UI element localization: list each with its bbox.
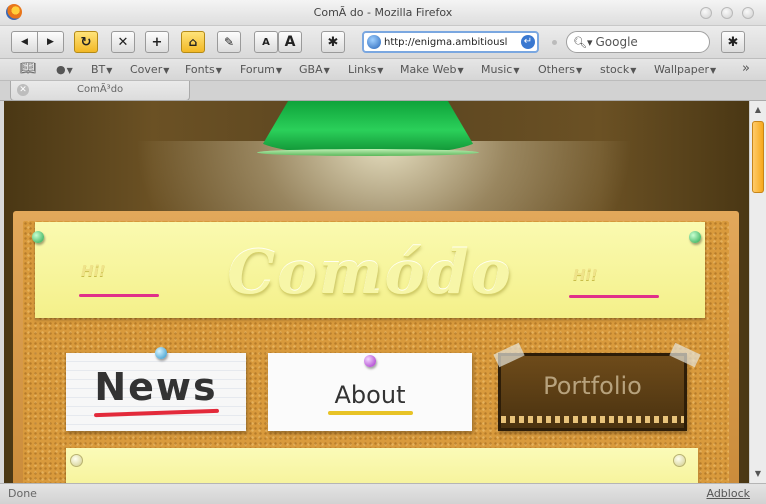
blue-pushpin-icon bbox=[155, 347, 167, 359]
scroll-up-icon[interactable]: ▲ bbox=[750, 103, 766, 117]
home-icon: ⌂ bbox=[188, 35, 198, 49]
film-strip-decoration bbox=[501, 416, 684, 423]
page-viewport: Hi! Comódo Hi! News About Portfolio bbox=[4, 101, 749, 483]
search-engine-icon[interactable]: 🔍︎▾ bbox=[573, 36, 593, 49]
bookmark-folder[interactable]: Others▼ bbox=[538, 63, 582, 76]
forward-button[interactable]: ▶ bbox=[37, 31, 64, 53]
bookmarks-overflow-button[interactable]: » bbox=[742, 61, 750, 76]
spider-icon: ✱ bbox=[327, 34, 339, 50]
bookmark-folder[interactable]: Make Web▼ bbox=[400, 63, 464, 76]
tab-active[interactable]: ✕ ComÃ³do bbox=[10, 81, 190, 101]
reload-button[interactable]: ↻ bbox=[74, 31, 98, 53]
home-button[interactable]: ⌂ bbox=[181, 31, 205, 53]
vertical-scrollbar[interactable]: ▲ ▼ bbox=[749, 101, 766, 483]
hi-right-text: Hi! bbox=[573, 266, 598, 284]
toolbar-separator bbox=[552, 40, 557, 45]
go-icon[interactable]: ↵ bbox=[521, 35, 535, 49]
scroll-down-icon[interactable]: ▼ bbox=[750, 467, 766, 481]
url-bar[interactable]: http://enigma.ambitiousl ↵ bbox=[362, 31, 539, 53]
font-smaller-button[interactable]: A bbox=[254, 31, 278, 53]
bookmark-folder[interactable]: Forum▼ bbox=[240, 63, 282, 76]
search-input[interactable]: Google bbox=[596, 35, 638, 49]
font-larger-button[interactable]: A bbox=[278, 31, 302, 53]
status-text: Done bbox=[8, 487, 37, 500]
minimize-button[interactable] bbox=[700, 7, 712, 19]
bookmark-folder[interactable]: Cover▼ bbox=[130, 63, 169, 76]
window-title: ComÃ do - Mozilla Firefox bbox=[313, 6, 453, 19]
adblock-button[interactable]: Adblock bbox=[706, 487, 750, 500]
scrollbar-thumb[interactable] bbox=[752, 121, 764, 193]
status-bar: Done Adblock bbox=[0, 483, 766, 504]
plus-icon: + bbox=[151, 34, 163, 50]
close-window-button[interactable] bbox=[742, 7, 754, 19]
site-identity-icon[interactable] bbox=[367, 35, 381, 49]
back-button[interactable]: ◀ bbox=[11, 31, 38, 53]
bookmark-folder[interactable]: BT▼ bbox=[91, 63, 112, 76]
new-tab-button[interactable]: + bbox=[145, 31, 169, 53]
hi-right-underline bbox=[569, 295, 659, 298]
close-tab-icon[interactable]: ✕ bbox=[17, 84, 29, 96]
bookmarks-book-icon[interactable]: 📖︎ bbox=[20, 61, 37, 76]
forward-arrow-icon: ▶ bbox=[47, 37, 54, 47]
about-label: About bbox=[334, 381, 406, 409]
thumbtack-icon bbox=[70, 454, 83, 467]
back-arrow-icon: ◀ bbox=[21, 37, 28, 47]
search-bar[interactable]: 🔍︎▾ Google bbox=[566, 31, 710, 53]
spider-icon: ✱ bbox=[727, 34, 739, 50]
stop-button[interactable]: ✕ bbox=[111, 31, 135, 53]
bookmark-folder[interactable]: Wallpaper▼ bbox=[654, 63, 716, 76]
bookmark-folder[interactable]: Fonts▼ bbox=[185, 63, 222, 76]
edit-button[interactable]: ✎ bbox=[217, 31, 241, 53]
reload-icon: ↻ bbox=[80, 34, 92, 50]
bookmark-folder[interactable]: GBA▼ bbox=[299, 63, 330, 76]
firebug-button[interactable]: ✱ bbox=[721, 31, 745, 53]
bookmark-folder[interactable]: stock▼ bbox=[600, 63, 636, 76]
purple-pushpin-icon bbox=[364, 355, 376, 367]
bookmarks-toolbar: 📖︎ ●▼ BT▼ Cover▼ Fonts▼ Forum▼ GBA▼ Link… bbox=[0, 59, 766, 81]
navigation-toolbar: ◀ ▶ ↻ ✕ + ⌂ ✎ A A ✱ http://enigma.ambiti… bbox=[0, 26, 766, 59]
green-lamp-shade bbox=[257, 101, 479, 154]
bookmark-folder[interactable]: Music▼ bbox=[481, 63, 519, 76]
news-label: News bbox=[94, 365, 218, 409]
title-bar: ComÃ do - Mozilla Firefox bbox=[0, 0, 766, 26]
site-banner[interactable]: Hi! Comódo Hi! bbox=[32, 222, 705, 318]
stop-icon: ✕ bbox=[117, 34, 129, 50]
tab-label: ComÃ³do bbox=[77, 84, 124, 95]
thumbtack-icon bbox=[673, 454, 686, 467]
bookmark-folder[interactable]: Links▼ bbox=[348, 63, 383, 76]
news-nav-card[interactable]: News bbox=[66, 347, 246, 431]
portfolio-nav-card[interactable]: Portfolio bbox=[493, 342, 701, 431]
content-note bbox=[66, 448, 698, 483]
pencil-icon: ✎ bbox=[223, 35, 235, 49]
about-underline bbox=[328, 411, 413, 415]
debug-button[interactable]: ✱ bbox=[321, 31, 345, 53]
maximize-button[interactable] bbox=[721, 7, 733, 19]
news-underline bbox=[93, 408, 220, 418]
apple-menu-icon[interactable]: ●▼ bbox=[56, 63, 73, 76]
url-input[interactable]: http://enigma.ambitiousl bbox=[384, 37, 521, 48]
lamp-rim bbox=[257, 149, 479, 156]
about-nav-card[interactable]: About bbox=[268, 353, 472, 431]
portfolio-label: Portfolio bbox=[543, 372, 642, 400]
tab-strip: ✕ ComÃ³do bbox=[0, 81, 766, 101]
